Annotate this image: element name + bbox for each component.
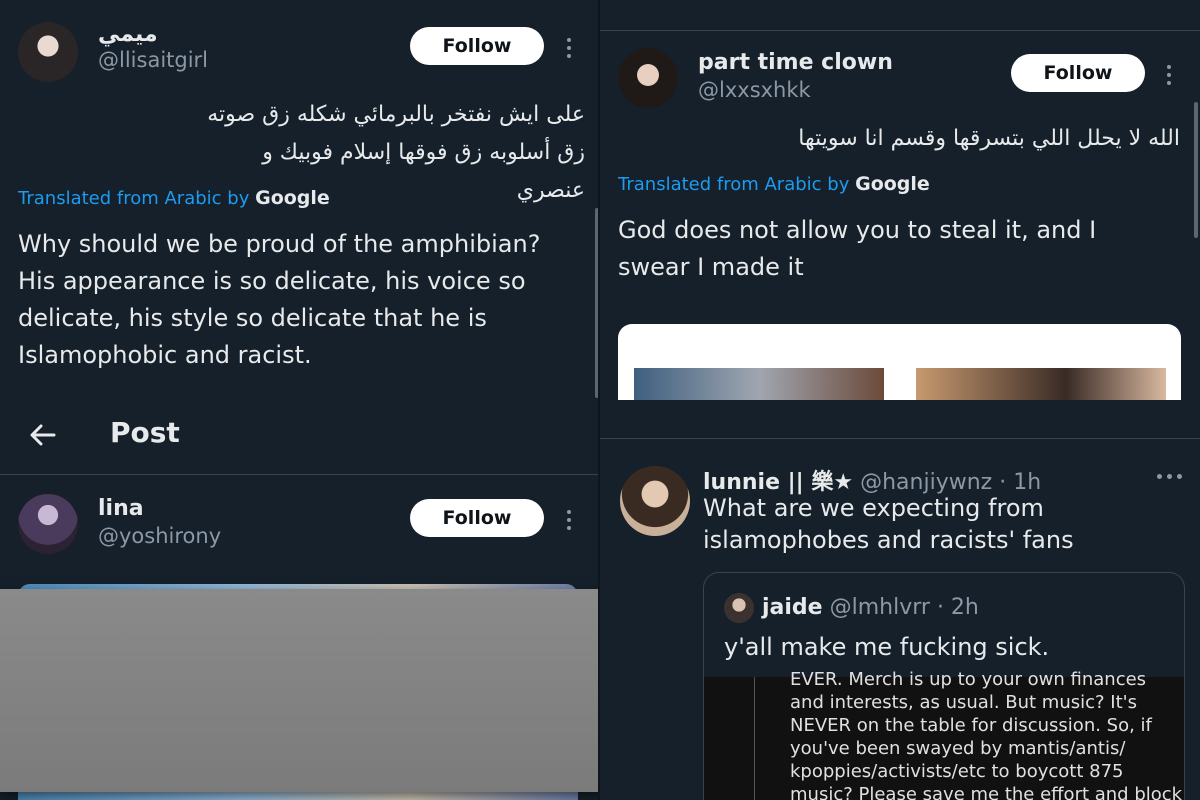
- follow-button[interactable]: Follow: [1011, 54, 1145, 92]
- image-text-line: you've been swayed by mantis/antis/: [790, 738, 1126, 759]
- author-name[interactable]: ميمي: [98, 22, 158, 47]
- translated-from-label: Translated from Arabic by Google: [18, 187, 330, 209]
- top-divider: [600, 30, 1200, 31]
- page-title: Post: [110, 416, 180, 449]
- more-options-icon[interactable]: [567, 510, 573, 534]
- scrollbar[interactable]: [1194, 102, 1198, 238]
- quote-author-name: jaide: [762, 595, 823, 620]
- header-divider: [0, 474, 598, 475]
- more-options-icon[interactable]: [1167, 65, 1173, 89]
- post-panel-bottom-left: Post lina @yoshirony Follow: [0, 400, 598, 800]
- media-thumbnail[interactable]: [916, 368, 1166, 400]
- tweet-panel-top-right: part time clown @lxxsxhkk Follow الله لا…: [600, 0, 1200, 400]
- author-handle[interactable]: @yoshirony: [98, 524, 221, 548]
- quote-text: y'all make me fucking sick.: [724, 633, 1050, 661]
- image-text-line: NEVER on the table for discussion. So, i…: [790, 715, 1152, 736]
- censor-overlay: [0, 589, 598, 792]
- quote-author-row: jaide @lmhlvrr · 2h: [762, 595, 979, 620]
- image-rule: [754, 677, 755, 800]
- image-text-line: music? Please save me the effort and blo…: [790, 784, 1183, 800]
- reply-panel-bottom-right: lunnie || 樂★ @hanjiywnz · 1h What are we…: [600, 400, 1200, 800]
- more-options-icon[interactable]: [567, 38, 573, 62]
- tweet-text: What are we expecting from islamophobes …: [703, 494, 1074, 554]
- quote-time: · 2h: [936, 595, 979, 620]
- quote-image[interactable]: EVER. Merch is up to your own finances a…: [704, 669, 1184, 800]
- image-text-line: and interests, as usual. But music? It's: [790, 692, 1137, 713]
- media-thumbnail[interactable]: [634, 368, 884, 400]
- google-logo: Google: [255, 187, 330, 209]
- tweet-translated-text: Why should we be proud of the amphibian?…: [18, 230, 541, 369]
- image-text-line: EVER. Merch is up to your own finances: [790, 669, 1147, 690]
- quote-avatar: [724, 593, 754, 623]
- translated-prefix: Translated from Arabic by: [618, 174, 850, 195]
- translated-from-label: Translated from Arabic by Google: [618, 173, 930, 195]
- quote-author-handle: @lmhlvrr: [829, 595, 930, 620]
- image-text: EVER. Merch is up to your own finances a…: [790, 668, 1182, 800]
- author-handle[interactable]: @lxxsxhkk: [698, 78, 811, 102]
- more-options-icon[interactable]: [1157, 474, 1183, 480]
- tweet-original-text: الله لا يحلل اللي بتسرقها وقسم انا سويته…: [798, 126, 1180, 151]
- avatar[interactable]: [620, 466, 690, 536]
- collage-gap-vertical: [598, 0, 600, 800]
- translated-prefix: Translated from Arabic by: [18, 188, 250, 209]
- image-text-line: kpoppies/activists/etc to boycott 875: [790, 761, 1124, 782]
- author-handle[interactable]: @llisaitgirl: [98, 48, 208, 72]
- top-divider: [600, 438, 1200, 439]
- follow-button[interactable]: Follow: [410, 499, 544, 537]
- author-name[interactable]: part time clown: [698, 50, 893, 75]
- author-name[interactable]: lina: [98, 496, 144, 521]
- tweet-translated-text: God does not allow you to steal it, and …: [618, 216, 1097, 281]
- google-logo: Google: [855, 173, 930, 195]
- avatar[interactable]: [18, 22, 78, 82]
- follow-button[interactable]: Follow: [410, 27, 544, 65]
- avatar[interactable]: [618, 48, 678, 108]
- back-arrow-icon[interactable]: [28, 420, 58, 450]
- quote-tweet[interactable]: jaide @lmhlvrr · 2h y'all make me fuckin…: [703, 572, 1185, 800]
- media-card[interactable]: [618, 324, 1181, 400]
- tweet-panel-top-left: ميمي @llisaitgirl Follow على ايش نفتخر ب…: [0, 0, 598, 400]
- avatar[interactable]: [18, 494, 78, 554]
